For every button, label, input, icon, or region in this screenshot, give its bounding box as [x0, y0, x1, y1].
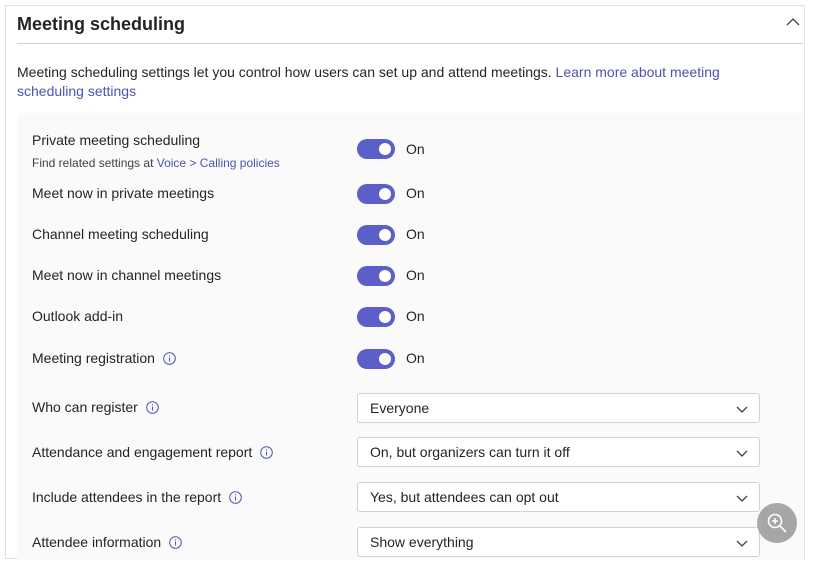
info-icon[interactable] [145, 400, 159, 414]
outlook-addin-toggle[interactable] [357, 307, 395, 327]
setting-label: Meet now in channel meetings [32, 267, 222, 283]
setting-row-registration: Meeting registration On [32, 343, 792, 373]
setting-row-attendee-info: Attendee information Show everything [32, 526, 792, 558]
setting-row-who-can-register: Who can register Everyone [32, 391, 792, 423]
calling-policies-link[interactable]: Voice > Calling policies [157, 156, 280, 170]
setting-label: Attendee information [32, 534, 182, 550]
toggle-state: On [406, 226, 425, 242]
setting-sublabel: Find related settings at Voice > Calling… [32, 156, 280, 170]
zoom-in-icon [767, 513, 787, 533]
setting-label: Meeting registration [32, 350, 176, 366]
zoom-in-button[interactable] [757, 503, 797, 543]
setting-label: Include attendees in the report [32, 489, 242, 505]
setting-row-channel-scheduling: Channel meeting scheduling On [32, 220, 792, 250]
setting-label: Channel meeting scheduling [32, 226, 209, 242]
dropdown-value: Everyone [370, 400, 430, 416]
meet-now-private-toggle[interactable] [357, 184, 395, 204]
section-header: Meeting scheduling [17, 6, 803, 44]
include-attendees-dropdown[interactable]: Yes, but attendees can opt out [357, 482, 760, 512]
registration-toggle[interactable] [357, 349, 395, 369]
toggle-state: On [406, 141, 425, 157]
toggle-state: On [406, 350, 425, 366]
description-text: Meeting scheduling settings let you cont… [17, 64, 556, 80]
setting-row-meet-now-private: Meet now in private meetings On [32, 179, 792, 209]
info-icon[interactable] [163, 351, 176, 365]
meet-now-channel-toggle[interactable] [357, 266, 395, 286]
chevron-down-icon [736, 495, 748, 502]
chevron-down-icon [736, 406, 748, 413]
info-icon[interactable] [169, 535, 182, 549]
setting-row-meet-now-channel: Meet now in channel meetings On [32, 261, 792, 291]
attendee-info-dropdown[interactable]: Show everything [357, 527, 760, 557]
chevron-up-icon [786, 18, 800, 26]
chevron-down-icon [736, 540, 748, 547]
setting-label: Outlook add-in [32, 308, 124, 324]
dropdown-value: On, but organizers can turn it off [370, 444, 570, 460]
section-description: Meeting scheduling settings let you cont… [17, 63, 777, 101]
setting-label: Attendance and engagement report [32, 444, 273, 460]
section-title: Meeting scheduling [17, 14, 186, 34]
setting-label: Private meeting scheduling [32, 132, 201, 148]
toggle-state: On [406, 267, 425, 283]
setting-label: Who can register [32, 399, 159, 415]
settings-card: Meeting scheduling Meeting scheduling se… [5, 5, 805, 560]
channel-scheduling-toggle[interactable] [357, 225, 395, 245]
setting-row-attendance-report: Attendance and engagement report On, but… [32, 436, 792, 468]
toggle-state: On [406, 308, 425, 324]
toggle-state: On [406, 185, 425, 201]
dropdown-value: Yes, but attendees can opt out [370, 489, 559, 505]
settings-panel: Private meeting scheduling Find related … [17, 113, 803, 560]
setting-row-outlook-addin: Outlook add-in On [32, 302, 792, 332]
info-icon[interactable] [229, 490, 242, 504]
who-can-register-dropdown[interactable]: Everyone [357, 393, 760, 423]
dropdown-value: Show everything [370, 534, 474, 550]
collapse-button[interactable] [783, 12, 803, 32]
attendance-report-dropdown[interactable]: On, but organizers can turn it off [357, 437, 760, 467]
chevron-down-icon [736, 450, 748, 457]
private-scheduling-toggle[interactable] [357, 139, 395, 159]
setting-row-include-attendees: Include attendees in the report Yes, but… [32, 481, 792, 513]
setting-row-private-scheduling: Private meeting scheduling Find related … [32, 125, 792, 173]
setting-label: Meet now in private meetings [32, 185, 215, 201]
info-icon[interactable] [260, 445, 273, 459]
